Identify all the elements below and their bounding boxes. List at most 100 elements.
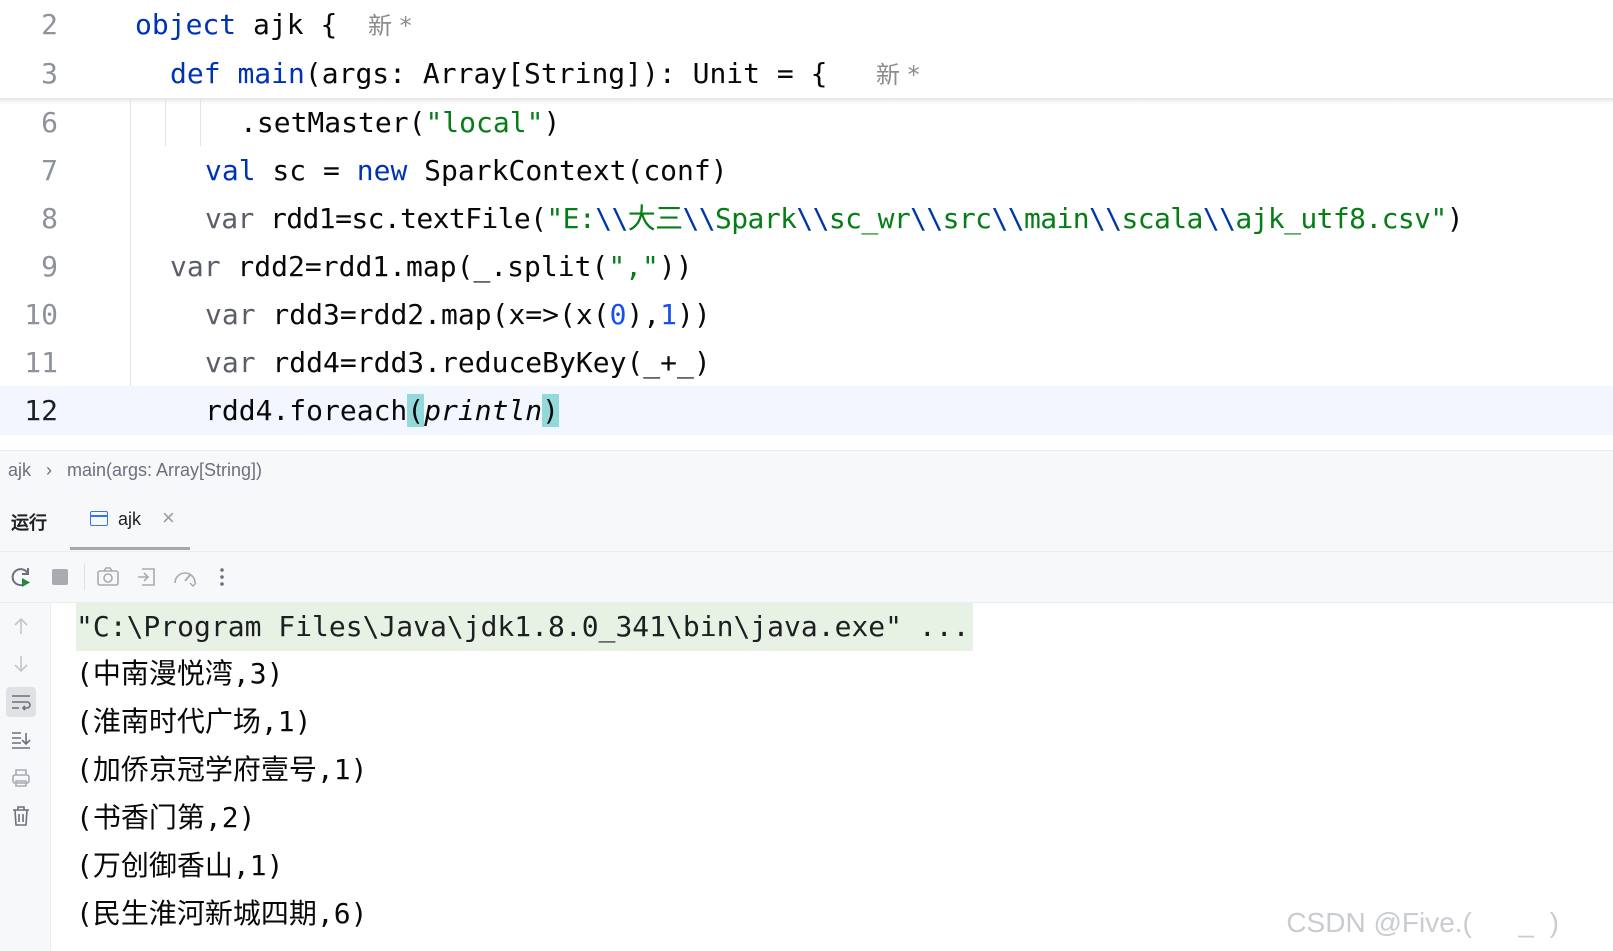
code-token: ajk {: [236, 8, 338, 41]
code-line[interactable]: 3 def main(args: Array[String]): Unit = …: [0, 49, 1613, 98]
code-token: def: [170, 57, 221, 90]
code-text[interactable]: .setMaster("local"): [240, 98, 560, 147]
console-output-line: (加侨京冠学府壹号,1): [76, 753, 368, 786]
console-output-line: (淮南时代广场,1): [76, 705, 312, 738]
tab-ajk[interactable]: ajk ×: [70, 489, 190, 550]
code-token: src: [942, 202, 992, 235]
code-token: var: [205, 202, 254, 235]
code-line[interactable]: 11 var rdd4=rdd3.reduceByKey(_+_): [0, 338, 1613, 387]
console-output-line: (民生淮河新城四期,6): [76, 897, 368, 930]
scroll-to-end-icon[interactable]: [6, 725, 36, 755]
breadcrumb-separator: ›: [46, 460, 52, 480]
code-line[interactable]: 6 .setMaster("local"): [0, 98, 1613, 147]
breadcrumb: ajk › main(args: Array[String]): [0, 450, 1613, 490]
restore-layout-icon[interactable]: [132, 562, 162, 592]
breadcrumb-item-object[interactable]: ajk: [8, 460, 31, 481]
code-text[interactable]: var rdd4=rdd3.reduceByKey(_+_): [205, 338, 711, 387]
code-token: \\: [1202, 202, 1236, 235]
code-token: .setMaster(: [240, 106, 426, 139]
line-number: 2: [41, 8, 58, 41]
code-token: (: [407, 394, 425, 427]
code-token: 1: [660, 298, 678, 331]
console-output-line: (万创御香山,1): [76, 849, 284, 882]
print-icon[interactable]: [6, 763, 36, 793]
code-line[interactable]: 9 var rdd2=rdd1.map(_.split(",")): [0, 242, 1613, 291]
run-tool-window-header: 运行 ajk ×: [0, 489, 1613, 552]
code-token: ): [543, 106, 561, 139]
soft-wrap-icon[interactable]: [6, 687, 36, 717]
code-token: Spark: [715, 202, 797, 235]
console-icon: [90, 511, 108, 526]
console-command-line[interactable]: "C:\Program Files\Java\jdk1.8.0_341\bin\…: [76, 603, 974, 651]
code-token: rdd4=rdd3.reduceByKey(_+_): [255, 346, 711, 379]
tab-label: ajk: [118, 509, 142, 529]
code-token: \\: [682, 202, 716, 235]
code-token: new: [356, 154, 408, 187]
code-text[interactable]: def main(args: Array[String]): Unit = {: [170, 49, 827, 98]
close-icon[interactable]: ×: [162, 505, 175, 531]
console-output-line: (书香门第,2): [76, 801, 256, 834]
code-token: \\: [910, 202, 943, 235]
code-token: \\: [1089, 202, 1122, 235]
code-token: ",": [608, 250, 659, 283]
console-output-line: (中南漫悦湾,3): [76, 657, 284, 690]
code-token: \\: [595, 202, 628, 235]
author-hint[interactable]: 新 *: [876, 61, 920, 89]
author-hint[interactable]: 新 *: [368, 12, 412, 40]
code-token: println: [424, 394, 543, 427]
code-text[interactable]: var rdd3=rdd2.map(x=>(x(0),1)): [205, 290, 711, 339]
code-text[interactable]: var rdd2=rdd1.map(_.split(",")): [170, 242, 693, 291]
console-output[interactable]: "C:\Program Files\Java\jdk1.8.0_341\bin\…: [51, 603, 1613, 951]
code-text[interactable]: val sc = new SparkContext(conf): [205, 146, 728, 195]
code-token: ajk_utf8.csv": [1235, 202, 1447, 235]
code-line[interactable]: 2 object ajk { 新 *: [0, 0, 1613, 49]
code-line[interactable]: 7 val sc = new SparkContext(conf): [0, 146, 1613, 195]
toolbar-separator: [84, 564, 85, 590]
code-line[interactable]: 8 var rdd1=sc.textFile("E:\\大三\\Spark\\s…: [0, 194, 1613, 243]
code-token: \\: [991, 202, 1024, 235]
code-text[interactable]: rdd4.foreach(println): [205, 386, 560, 435]
code-text[interactable]: var rdd1=sc.textFile("E:\\大三\\Spark\\sc_…: [205, 194, 1464, 243]
screenshot-icon[interactable]: [93, 562, 123, 592]
stop-icon[interactable]: [45, 562, 75, 592]
code-token: val: [205, 154, 256, 187]
trash-icon[interactable]: [6, 801, 36, 831]
code-token: \\: [796, 202, 829, 235]
line-number: 9: [41, 250, 58, 283]
code-line-current[interactable]: 12 rdd4.foreach(println): [0, 386, 1613, 435]
code-text[interactable]: object ajk {: [135, 0, 337, 49]
code-token: rdd4.foreach: [205, 394, 408, 427]
code-line[interactable]: 10 var rdd3=rdd2.map(x=>(x(0),1)): [0, 290, 1613, 339]
arrow-down-icon[interactable]: [6, 649, 36, 679]
code-token: 0: [609, 298, 627, 331]
code-token: ): [1446, 202, 1464, 235]
code-token: )): [677, 298, 711, 331]
line-number: 8: [41, 202, 58, 235]
arrow-up-icon[interactable]: [6, 611, 36, 641]
code-token: "local": [425, 106, 544, 139]
code-token: SparkContext(conf): [407, 154, 728, 187]
line-number: 10: [24, 298, 58, 331]
code-token: )): [658, 250, 693, 283]
more-icon[interactable]: [207, 562, 237, 592]
code-token: sc =: [255, 154, 357, 187]
code-token: main: [1023, 202, 1090, 235]
line-number: 11: [24, 346, 58, 379]
code-token: ): [542, 394, 560, 427]
console-side-toolbar: [0, 603, 51, 951]
profiler-icon[interactable]: [170, 562, 200, 592]
rerun-icon[interactable]: [6, 562, 36, 592]
line-number: 7: [41, 154, 58, 187]
breadcrumb-item-method[interactable]: main(args: Array[String]): [67, 460, 262, 481]
code-token: sc_wr: [828, 202, 911, 235]
code-token: var: [205, 346, 256, 379]
run-toolbar: [0, 552, 1613, 603]
code-token: main: [237, 57, 305, 90]
code-token: object: [135, 8, 237, 41]
code-token: rdd1=sc.textFile(: [253, 202, 547, 235]
tab-active-indicator: [70, 547, 190, 550]
code-token: 大三: [627, 202, 683, 235]
code-token: rdd2=rdd1.map(_.split(: [220, 250, 609, 283]
code-editor[interactable]: 2 object ajk { 新 * 3 def main(args: Arra…: [0, 0, 1613, 450]
